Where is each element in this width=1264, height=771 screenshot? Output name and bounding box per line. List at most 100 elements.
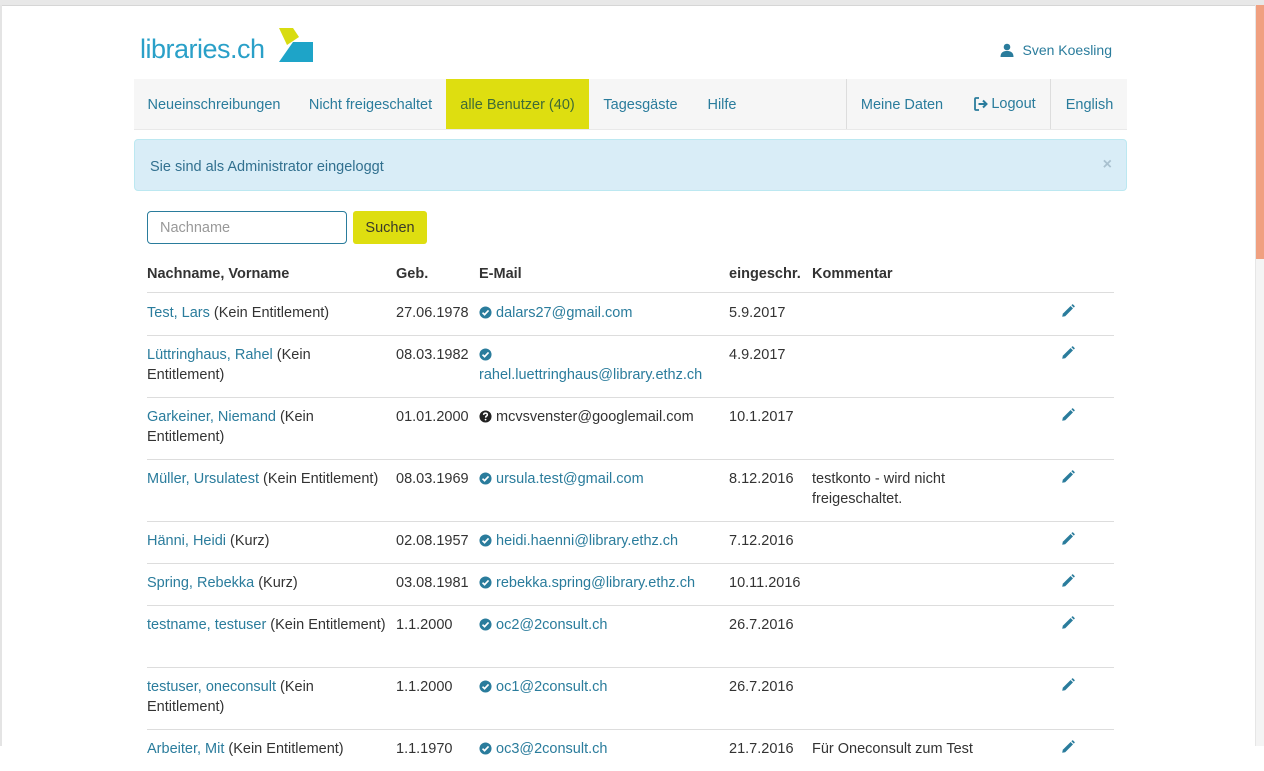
edit-button[interactable] <box>1061 574 1075 588</box>
table-row: testname, testuser (Kein Entitlement) 1.1… <box>147 605 1114 668</box>
header-kommentar[interactable]: Kommentar <box>812 266 893 282</box>
nav-nicht-freigeschaltet[interactable]: Nicht freigeschaltet <box>297 79 444 129</box>
scrollbar-thumb[interactable] <box>1256 5 1264 259</box>
email-link[interactable]: heidi.haenni@library.ethz.ch <box>496 533 678 549</box>
edit-button[interactable] <box>1061 740 1075 754</box>
user-name-link[interactable]: Test, Lars <box>147 305 210 321</box>
email-link[interactable]: dalars27@gmail.com <box>496 305 632 321</box>
cell-name: Arbeiter, Mit (Kein Entitlement) <box>147 739 387 759</box>
logout-icon <box>974 97 989 111</box>
user-name-link[interactable]: Spring, Rebekka <box>147 575 254 591</box>
user-name-link[interactable]: Hänni, Heidi <box>147 533 226 549</box>
verified-icon <box>479 348 492 361</box>
cell-registered: 7.12.2016 <box>729 533 794 549</box>
cell-email: oc2@2consult.ch <box>479 615 719 635</box>
cell-birthdate: 08.03.1982 <box>396 347 469 363</box>
edit-pencil-icon <box>1062 532 1075 545</box>
user-name-link[interactable]: Lüttringhaus, Rahel <box>147 347 273 363</box>
nav-separator <box>846 79 847 129</box>
header-geb[interactable]: Geb. <box>396 266 428 282</box>
current-user[interactable]: Sven Koesling <box>1000 42 1112 58</box>
edit-button[interactable] <box>1061 470 1075 484</box>
header-name[interactable]: Nachname, Vorname <box>147 266 289 282</box>
cell-registered: 5.9.2017 <box>729 305 786 321</box>
user-icon <box>1000 43 1014 57</box>
cell-birthdate: 08.03.1969 <box>396 471 469 487</box>
nav-alle-benutzer[interactable]: alle Benutzer (40) <box>446 79 589 129</box>
edit-button[interactable] <box>1061 616 1075 630</box>
nav-meine-daten[interactable]: Meine Daten <box>848 79 956 129</box>
cell-birthdate: 1.1.1970 <box>396 741 453 757</box>
user-name: Sven Koesling <box>1022 42 1112 58</box>
header-email[interactable]: E-Mail <box>479 266 522 282</box>
cell-registered: 10.1.2017 <box>729 409 794 425</box>
nav-logout-label: Logout <box>991 95 1036 112</box>
cell-registered: 8.12.2016 <box>729 471 794 487</box>
nav-neueinschreibungen[interactable]: Neueinschreibungen <box>134 79 294 129</box>
site-logo[interactable]: libraries.ch <box>140 26 313 66</box>
table-row: Müller, Ursulatest (Kein Entitlement) 08.… <box>147 459 1114 522</box>
user-name-link[interactable]: testuser, oneconsult <box>147 679 276 695</box>
verified-icon <box>479 306 492 319</box>
search-input[interactable] <box>147 211 347 244</box>
email-link[interactable]: oc2@2consult.ch <box>496 617 607 633</box>
edit-pencil-icon <box>1062 408 1075 421</box>
verified-icon <box>479 576 492 589</box>
entitlement-label: (Kurz) <box>226 533 270 549</box>
cell-name: Lüttringhaus, Rahel (Kein Entitlement) <box>147 345 387 385</box>
verified-icon <box>479 534 492 547</box>
nav-hilfe[interactable]: Hilfe <box>694 79 750 129</box>
edit-pencil-icon <box>1062 740 1075 753</box>
cell-registered: 10.11.2016 <box>729 575 801 591</box>
cell-email: heidi.haenni@library.ethz.ch <box>479 531 719 551</box>
email-text: mcvsvenster@googlemail.com <box>496 409 694 425</box>
email-link[interactable]: ursula.test@gmail.com <box>496 471 644 487</box>
window-top-edge <box>0 0 1264 6</box>
cell-email: dalars27@gmail.com <box>479 303 719 323</box>
cell-name: Garkeiner, Niemand (Kein Entitlement) <box>147 407 387 447</box>
cell-birthdate: 1.1.2000 <box>396 617 453 633</box>
cell-name: Müller, Ursulatest (Kein Entitlement) <box>147 469 387 489</box>
nav-tagesgaeste[interactable]: Tagesgäste <box>589 79 692 129</box>
email-link[interactable]: oc1@2consult.ch <box>496 679 607 695</box>
user-name-link[interactable]: Müller, Ursulatest <box>147 471 259 487</box>
entitlement-label: (Kein Entitlement) <box>209 305 330 321</box>
cell-birthdate: 1.1.2000 <box>396 679 453 695</box>
cell-name: Spring, Rebekka (Kurz) <box>147 573 387 593</box>
user-name-link[interactable]: Garkeiner, Niemand <box>147 409 276 425</box>
edit-pencil-icon <box>1062 574 1075 587</box>
cell-registered: 26.7.2016 <box>729 679 794 695</box>
cell-birthdate: 27.06.1978 <box>396 305 469 321</box>
cell-registered: 26.7.2016 <box>729 617 794 633</box>
edit-button[interactable] <box>1061 532 1075 546</box>
cell-email: oc3@2consult.ch <box>479 739 719 759</box>
header-eingeschrieben[interactable]: eingeschr. <box>729 266 801 282</box>
edit-pencil-icon <box>1062 616 1075 629</box>
search-button[interactable]: Suchen <box>353 211 427 244</box>
edit-button[interactable] <box>1061 408 1075 422</box>
edit-pencil-icon <box>1062 346 1075 359</box>
table-row: Spring, Rebekka (Kurz) 03.08.1981 rebekka.… <box>147 563 1114 606</box>
cell-email: rahel.luettringhaus@library.ethz.ch <box>479 345 719 385</box>
edit-pencil-icon <box>1062 678 1075 691</box>
email-link[interactable]: oc3@2consult.ch <box>496 741 607 757</box>
nav-separator <box>1050 79 1051 129</box>
edit-pencil-icon <box>1062 304 1075 317</box>
nav-english[interactable]: English <box>1052 79 1127 129</box>
email-link[interactable]: rahel.luettringhaus@library.ethz.ch <box>479 367 702 383</box>
cell-name: testuser, oneconsult (Kein Entitlement) <box>147 677 387 717</box>
verified-icon <box>479 618 492 631</box>
user-name-link[interactable]: testname, testuser <box>147 617 266 633</box>
edit-button[interactable] <box>1061 304 1075 318</box>
email-link[interactable]: rebekka.spring@library.ethz.ch <box>496 575 695 591</box>
nav-logout[interactable]: Logout <box>964 79 1046 129</box>
window-left-edge <box>0 5 2 746</box>
user-name-link[interactable]: Arbeiter, Mit <box>147 741 224 757</box>
verified-icon <box>479 680 492 693</box>
alert-close-icon[interactable]: × <box>1103 157 1112 173</box>
cell-email: mcvsvenster@googlemail.com <box>479 407 719 427</box>
edit-button[interactable] <box>1061 678 1075 692</box>
cell-name: Test, Lars (Kein Entitlement) <box>147 303 387 323</box>
main-navbar: Neueinschreibungen Nicht freigeschaltet … <box>134 79 1127 130</box>
edit-button[interactable] <box>1061 346 1075 360</box>
